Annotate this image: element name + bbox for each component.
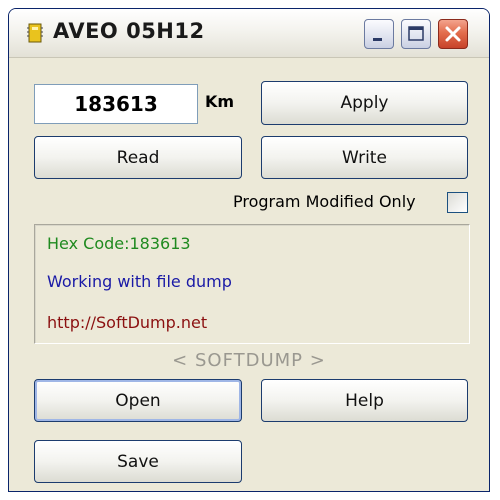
window-title: AVEO 05H12 — [53, 19, 205, 43]
open-button-label: Open — [115, 391, 161, 411]
write-button[interactable]: Write — [261, 136, 468, 179]
close-button[interactable] — [438, 19, 468, 49]
minimize-button[interactable] — [364, 19, 394, 49]
log-line-url: http://SoftDump.net — [47, 313, 208, 332]
status-log: Hex Code:183613 Working with file dump h… — [34, 224, 470, 344]
apply-button-label: Apply — [340, 93, 389, 113]
program-modified-only-checkbox[interactable] — [447, 192, 468, 213]
apply-button[interactable]: Apply — [261, 81, 468, 125]
program-modified-only-label: Program Modified Only — [233, 192, 416, 211]
odometer-unit-label: Km — [205, 92, 235, 111]
save-button-label: Save — [117, 452, 159, 472]
read-button[interactable]: Read — [34, 136, 242, 179]
help-button-label: Help — [345, 391, 384, 411]
open-button[interactable]: Open — [34, 379, 242, 422]
maximize-icon — [408, 26, 424, 41]
chip-icon — [27, 23, 43, 43]
log-line-working: Working with file dump — [47, 272, 232, 291]
minimize-icon — [373, 38, 382, 41]
write-button-label: Write — [342, 148, 387, 168]
odometer-input[interactable] — [34, 84, 198, 124]
maximize-button[interactable] — [401, 19, 431, 49]
save-button[interactable]: Save — [34, 440, 242, 483]
close-icon — [445, 26, 461, 42]
read-button-label: Read — [116, 148, 160, 168]
log-line-hex-code: Hex Code:183613 — [47, 234, 191, 253]
help-button[interactable]: Help — [261, 379, 468, 422]
app-window: AVEO 05H12 Km Apply Read Write Progra — [8, 8, 490, 492]
brand-label: < SOFTDUMP > — [172, 350, 326, 371]
title-bar[interactable]: AVEO 05H12 — [9, 9, 489, 58]
